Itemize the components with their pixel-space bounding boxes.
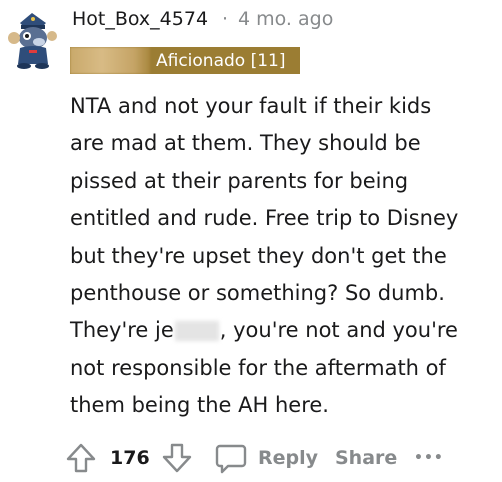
arrow-down-icon xyxy=(162,443,192,473)
share-button[interactable]: Share xyxy=(335,436,397,480)
comment-line: pissed at their parents for being xyxy=(70,168,409,193)
comment-line: not responsible for the aftermath of xyxy=(70,355,446,380)
comment-line: penthouse or something? So dumb. xyxy=(70,281,445,306)
reply-label: Reply xyxy=(258,447,319,469)
vote-score: 176 xyxy=(110,436,150,480)
comment-author[interactable]: Hot_Box_4574 xyxy=(72,8,208,30)
more-options-button[interactable]: ••• xyxy=(414,436,444,480)
ellipsis-icon: ••• xyxy=(414,450,444,466)
comment-line: them being the AH here. xyxy=(70,393,329,418)
comment-line-redacted: They're je , you're not and you're xyxy=(70,312,496,349)
avatar-image xyxy=(8,13,57,69)
comment-actions: 176 Reply Share ••• xyxy=(64,436,500,480)
arrow-up-icon xyxy=(66,443,96,473)
comment-text-fragment: , you're not and you're xyxy=(219,318,458,343)
redacted-word xyxy=(174,321,219,342)
comment-line: but they're upset they don't get the xyxy=(70,243,447,268)
speech-bubble-icon xyxy=(215,444,247,474)
share-label: Share xyxy=(335,447,398,469)
upvote-button[interactable] xyxy=(64,436,98,480)
vote-count: 176 xyxy=(110,447,150,469)
downvote-button[interactable] xyxy=(160,436,194,480)
user-flair: Aficionado [11] xyxy=(70,47,300,74)
flair-redacted-region xyxy=(70,47,150,74)
comment-line: NTA and not your fault if their kids xyxy=(70,94,432,118)
comment-body: NTA and not your fault if their kids are… xyxy=(70,88,496,425)
comment-timestamp[interactable]: 4 mo. ago xyxy=(238,8,333,30)
flair-label: Aficionado [11] xyxy=(156,50,286,71)
meta-separator: · xyxy=(222,8,229,30)
comment-line: are mad at them. They should be xyxy=(70,131,421,156)
comment-line: entitled and rude. Free trip to Disney xyxy=(70,206,459,231)
user-avatar[interactable] xyxy=(6,10,58,70)
reply-button[interactable]: Reply xyxy=(214,436,318,480)
comment-text-fragment: They're je xyxy=(70,318,174,343)
